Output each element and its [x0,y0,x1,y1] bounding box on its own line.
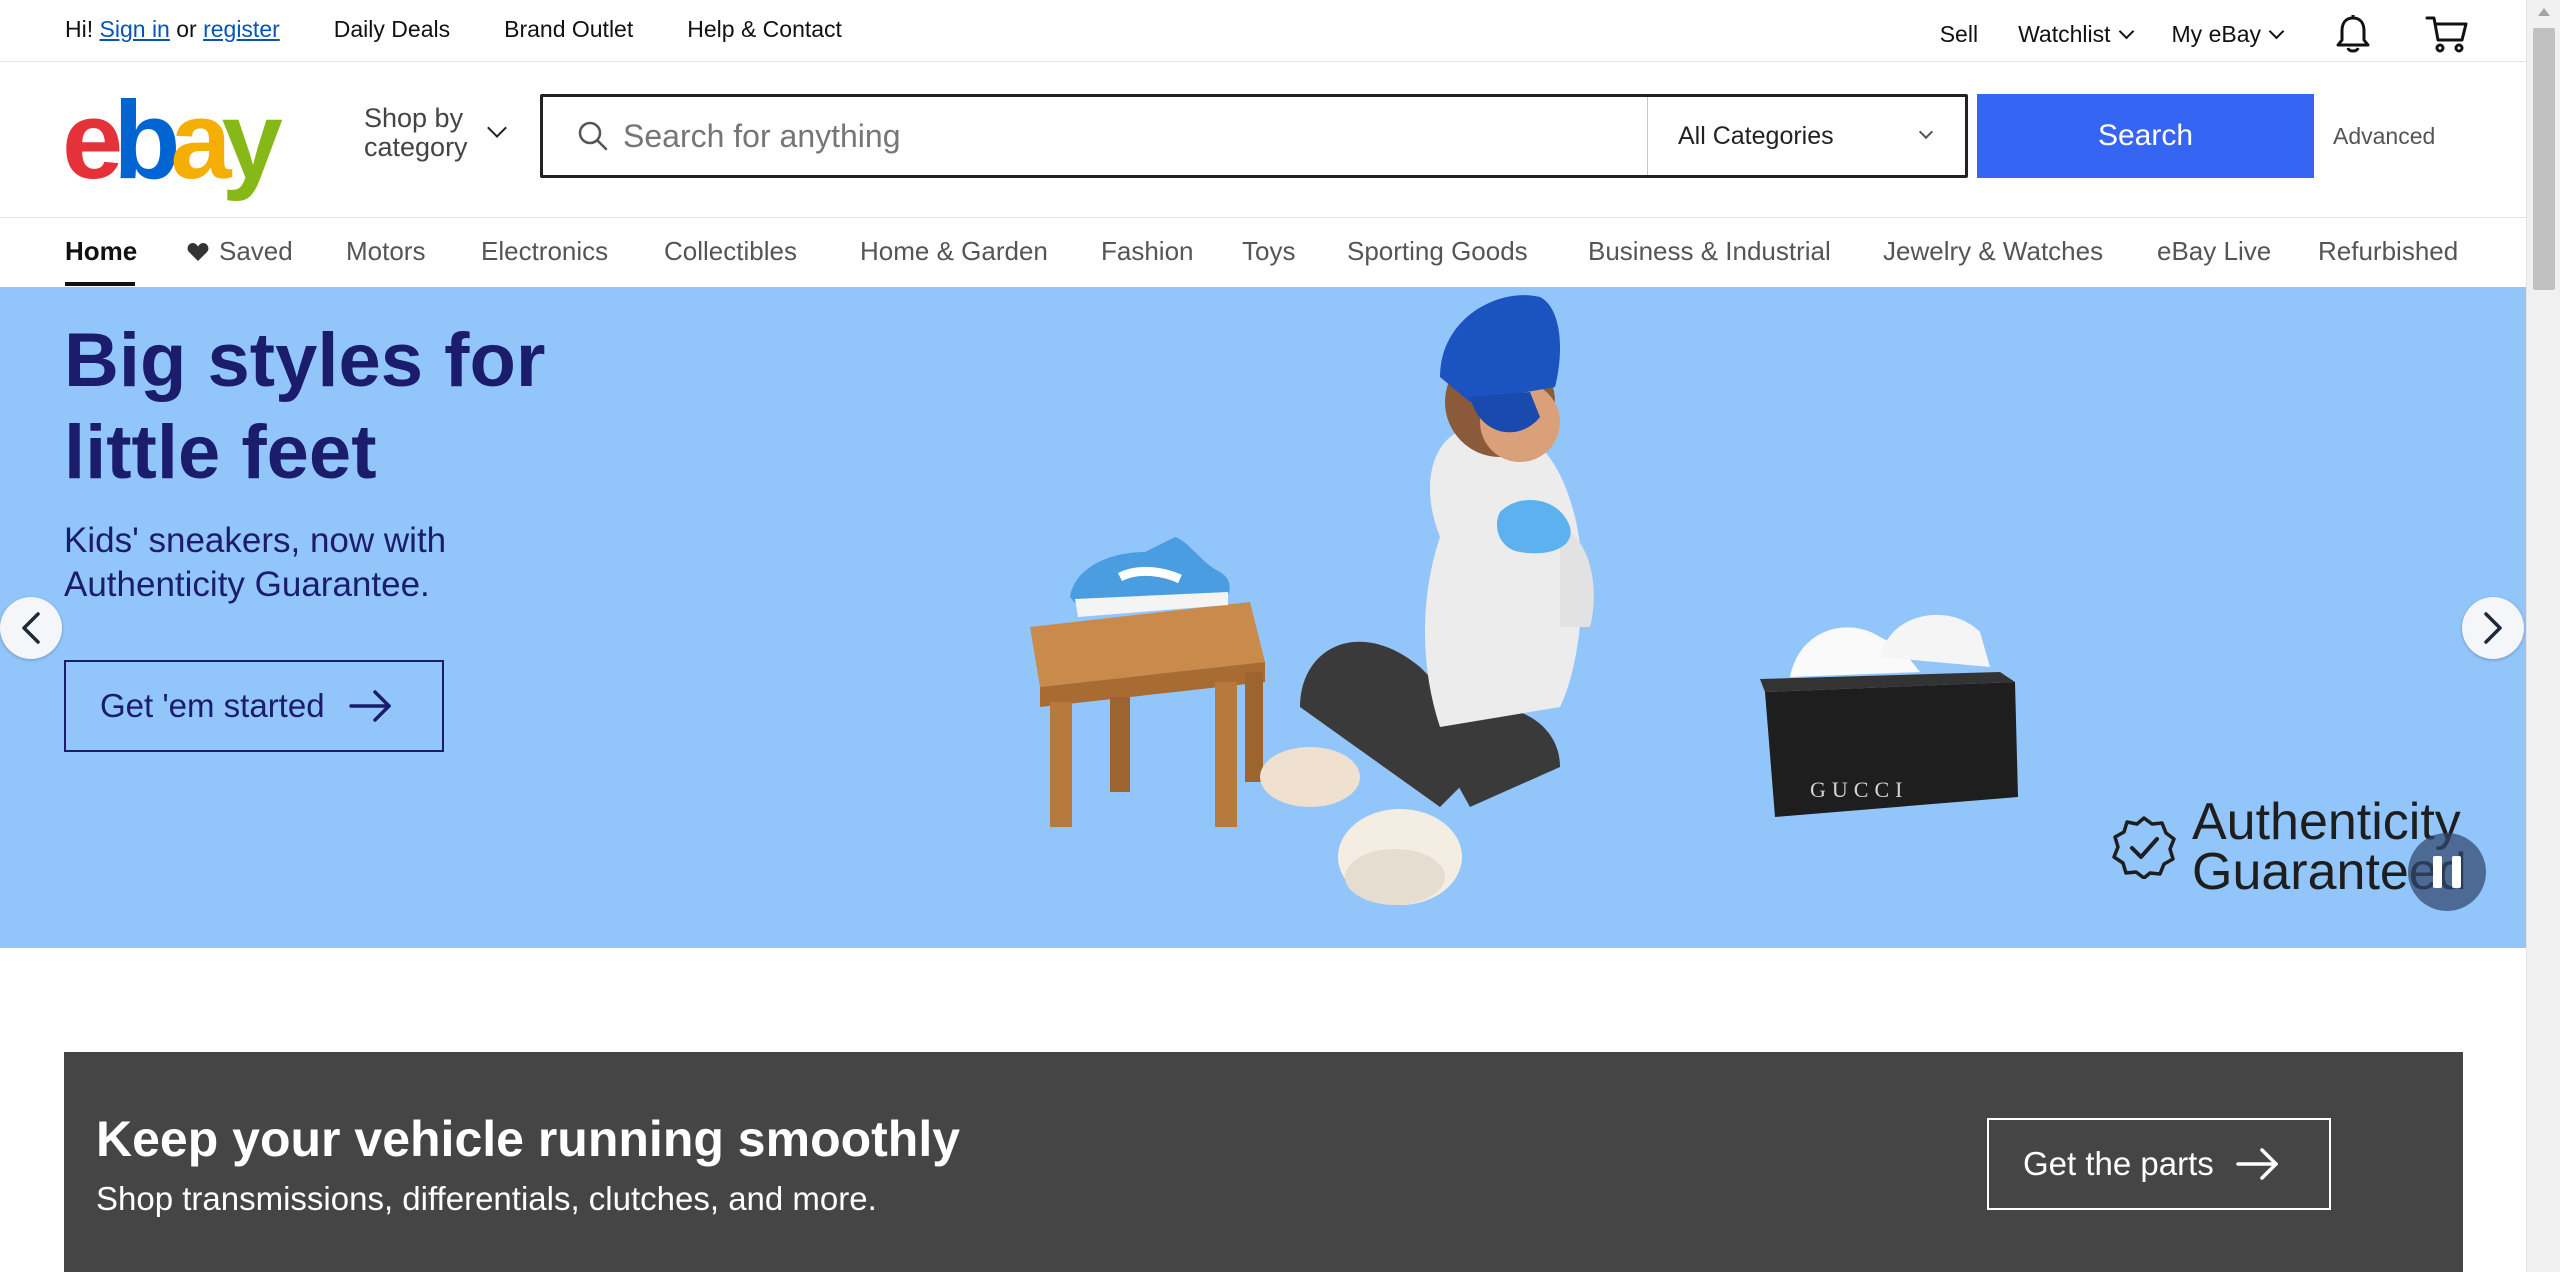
gucci-box-label: GUCCI [1810,777,1908,802]
carousel-next-button[interactable] [2462,597,2524,659]
nav-home[interactable]: Home [65,236,137,267]
cart-button[interactable] [2424,14,2470,54]
heart-icon [187,243,209,261]
sell-link[interactable]: Sell [1940,21,1978,48]
bell-icon [2336,15,2370,53]
logo-letter-e: e [62,79,123,202]
blue-sneaker [1070,537,1230,617]
scrollbar-thumb[interactable] [2533,28,2555,290]
ebay-homepage: Hi! Sign in or register Daily Deals Bran… [0,0,2526,1272]
nav-jewelry-watches[interactable]: Jewelry & Watches [1883,236,2103,267]
promo-subtitle: Shop transmissions, differentials, clutc… [96,1180,877,1217]
hero-subtitle: Kids' sneakers, now with Authenticity Gu… [64,521,447,604]
nav-electronics[interactable]: Electronics [481,236,608,267]
hero-cta-button[interactable]: Get 'em started [64,660,444,752]
hero-cta-label: Get 'em started [100,687,325,724]
search-input[interactable] [623,117,1623,155]
motors-promo-banner: Keep your vehicle running smoothly Shop … [64,1052,2463,1272]
greeting-hi: Hi! [65,16,94,42]
logo-letter-b: b [113,79,180,202]
check-badge-icon [2112,816,2176,879]
scroll-up-arrow-icon[interactable] [2538,8,2550,16]
category-nav: Home Saved Motors Electronics Collectibl… [0,218,2526,286]
shop-by-category-button[interactable]: Shop by category [364,104,507,162]
ebay-logo[interactable]: ebay [62,86,283,196]
nav-fashion[interactable]: Fashion [1101,236,1194,267]
watchlist-dropdown[interactable]: Watchlist [2018,20,2134,48]
top-right-links: Sell Watchlist My eBay [1900,14,2470,54]
nav-toys[interactable]: Toys [1242,236,1295,267]
carousel-previous-button[interactable] [0,597,62,659]
nav-business-industrial[interactable]: Business & Industrial [1588,236,1831,267]
promo-cta-label: Get the parts [2023,1145,2214,1182]
vertical-scrollbar[interactable] [2526,0,2560,1272]
nav-ebay-live[interactable]: eBay Live [2157,236,2271,267]
my-ebay-dropdown[interactable]: My eBay [2171,20,2285,48]
brand-outlet-link[interactable]: Brand Outlet [504,16,633,43]
register-link[interactable]: register [203,16,280,42]
search-icon [578,121,608,151]
hero-banner: Big styles for little feet Kids' sneaker… [0,287,2526,948]
hero-image: GUCCI [1030,295,2018,905]
greeting-or: or [176,16,197,42]
chevron-down-icon [2118,23,2134,39]
category-select-value: All Categories [1678,121,1834,150]
child-figure [1260,295,1594,905]
top-left-links: Hi! Sign in or register Daily Deals Bran… [65,16,842,43]
nav-refurbished[interactable]: Refurbished [2318,236,2458,267]
arrow-right-icon [348,690,391,722]
promo-cta-button[interactable]: Get the parts [1987,1118,2331,1210]
promo-title: Keep your vehicle running smoothly [96,1111,961,1167]
shop-by-line1: Shop by [364,103,464,133]
search-bar: All Categories [540,94,1968,178]
nav-motors[interactable]: Motors [346,236,425,267]
cart-icon [2425,16,2468,53]
nav-sporting-goods[interactable]: Sporting Goods [1347,236,1528,267]
category-select[interactable]: All Categories [1647,97,1967,175]
chevron-down-icon [2268,23,2285,39]
nav-saved[interactable]: Saved [187,236,293,267]
nav-active-indicator [65,282,135,286]
chevron-down-icon [486,118,507,138]
nav-home-garden[interactable]: Home & Garden [860,236,1048,267]
wooden-stool [1030,602,1265,827]
shop-by-line2: category [364,132,468,162]
watchlist-label: Watchlist [2018,20,2111,47]
nav-saved-label: Saved [219,236,293,266]
gucci-box: GUCCI [1760,614,2018,817]
pause-icon [2433,856,2442,888]
arrow-right-icon [2236,1148,2278,1180]
help-contact-link[interactable]: Help & Contact [687,16,842,43]
main-header: ebay Shop by category All Categories Sea… [0,62,2526,218]
logo-letter-y: y [221,79,283,202]
shop-by-category-label: Shop by category [364,104,468,162]
chevron-down-icon [1918,124,1934,140]
pause-icon [2452,856,2461,888]
sign-in-link[interactable]: Sign in [100,16,170,42]
carousel-pause-button[interactable] [2408,833,2486,911]
nav-collectibles[interactable]: Collectibles [664,236,797,267]
hero-title: Big styles for little feet [64,318,546,495]
logo-letter-a: a [170,79,231,202]
chevron-left-icon [22,612,40,644]
top-utility-bar: Hi! Sign in or register Daily Deals Bran… [0,0,2526,62]
notifications-button[interactable] [2330,14,2376,54]
greeting: Hi! Sign in or register [65,16,280,43]
search-button[interactable]: Search [1977,94,2314,178]
daily-deals-link[interactable]: Daily Deals [334,16,450,43]
my-ebay-label: My eBay [2171,20,2261,47]
chevron-right-icon [2484,612,2502,644]
advanced-search-link[interactable]: Advanced [2333,123,2435,150]
